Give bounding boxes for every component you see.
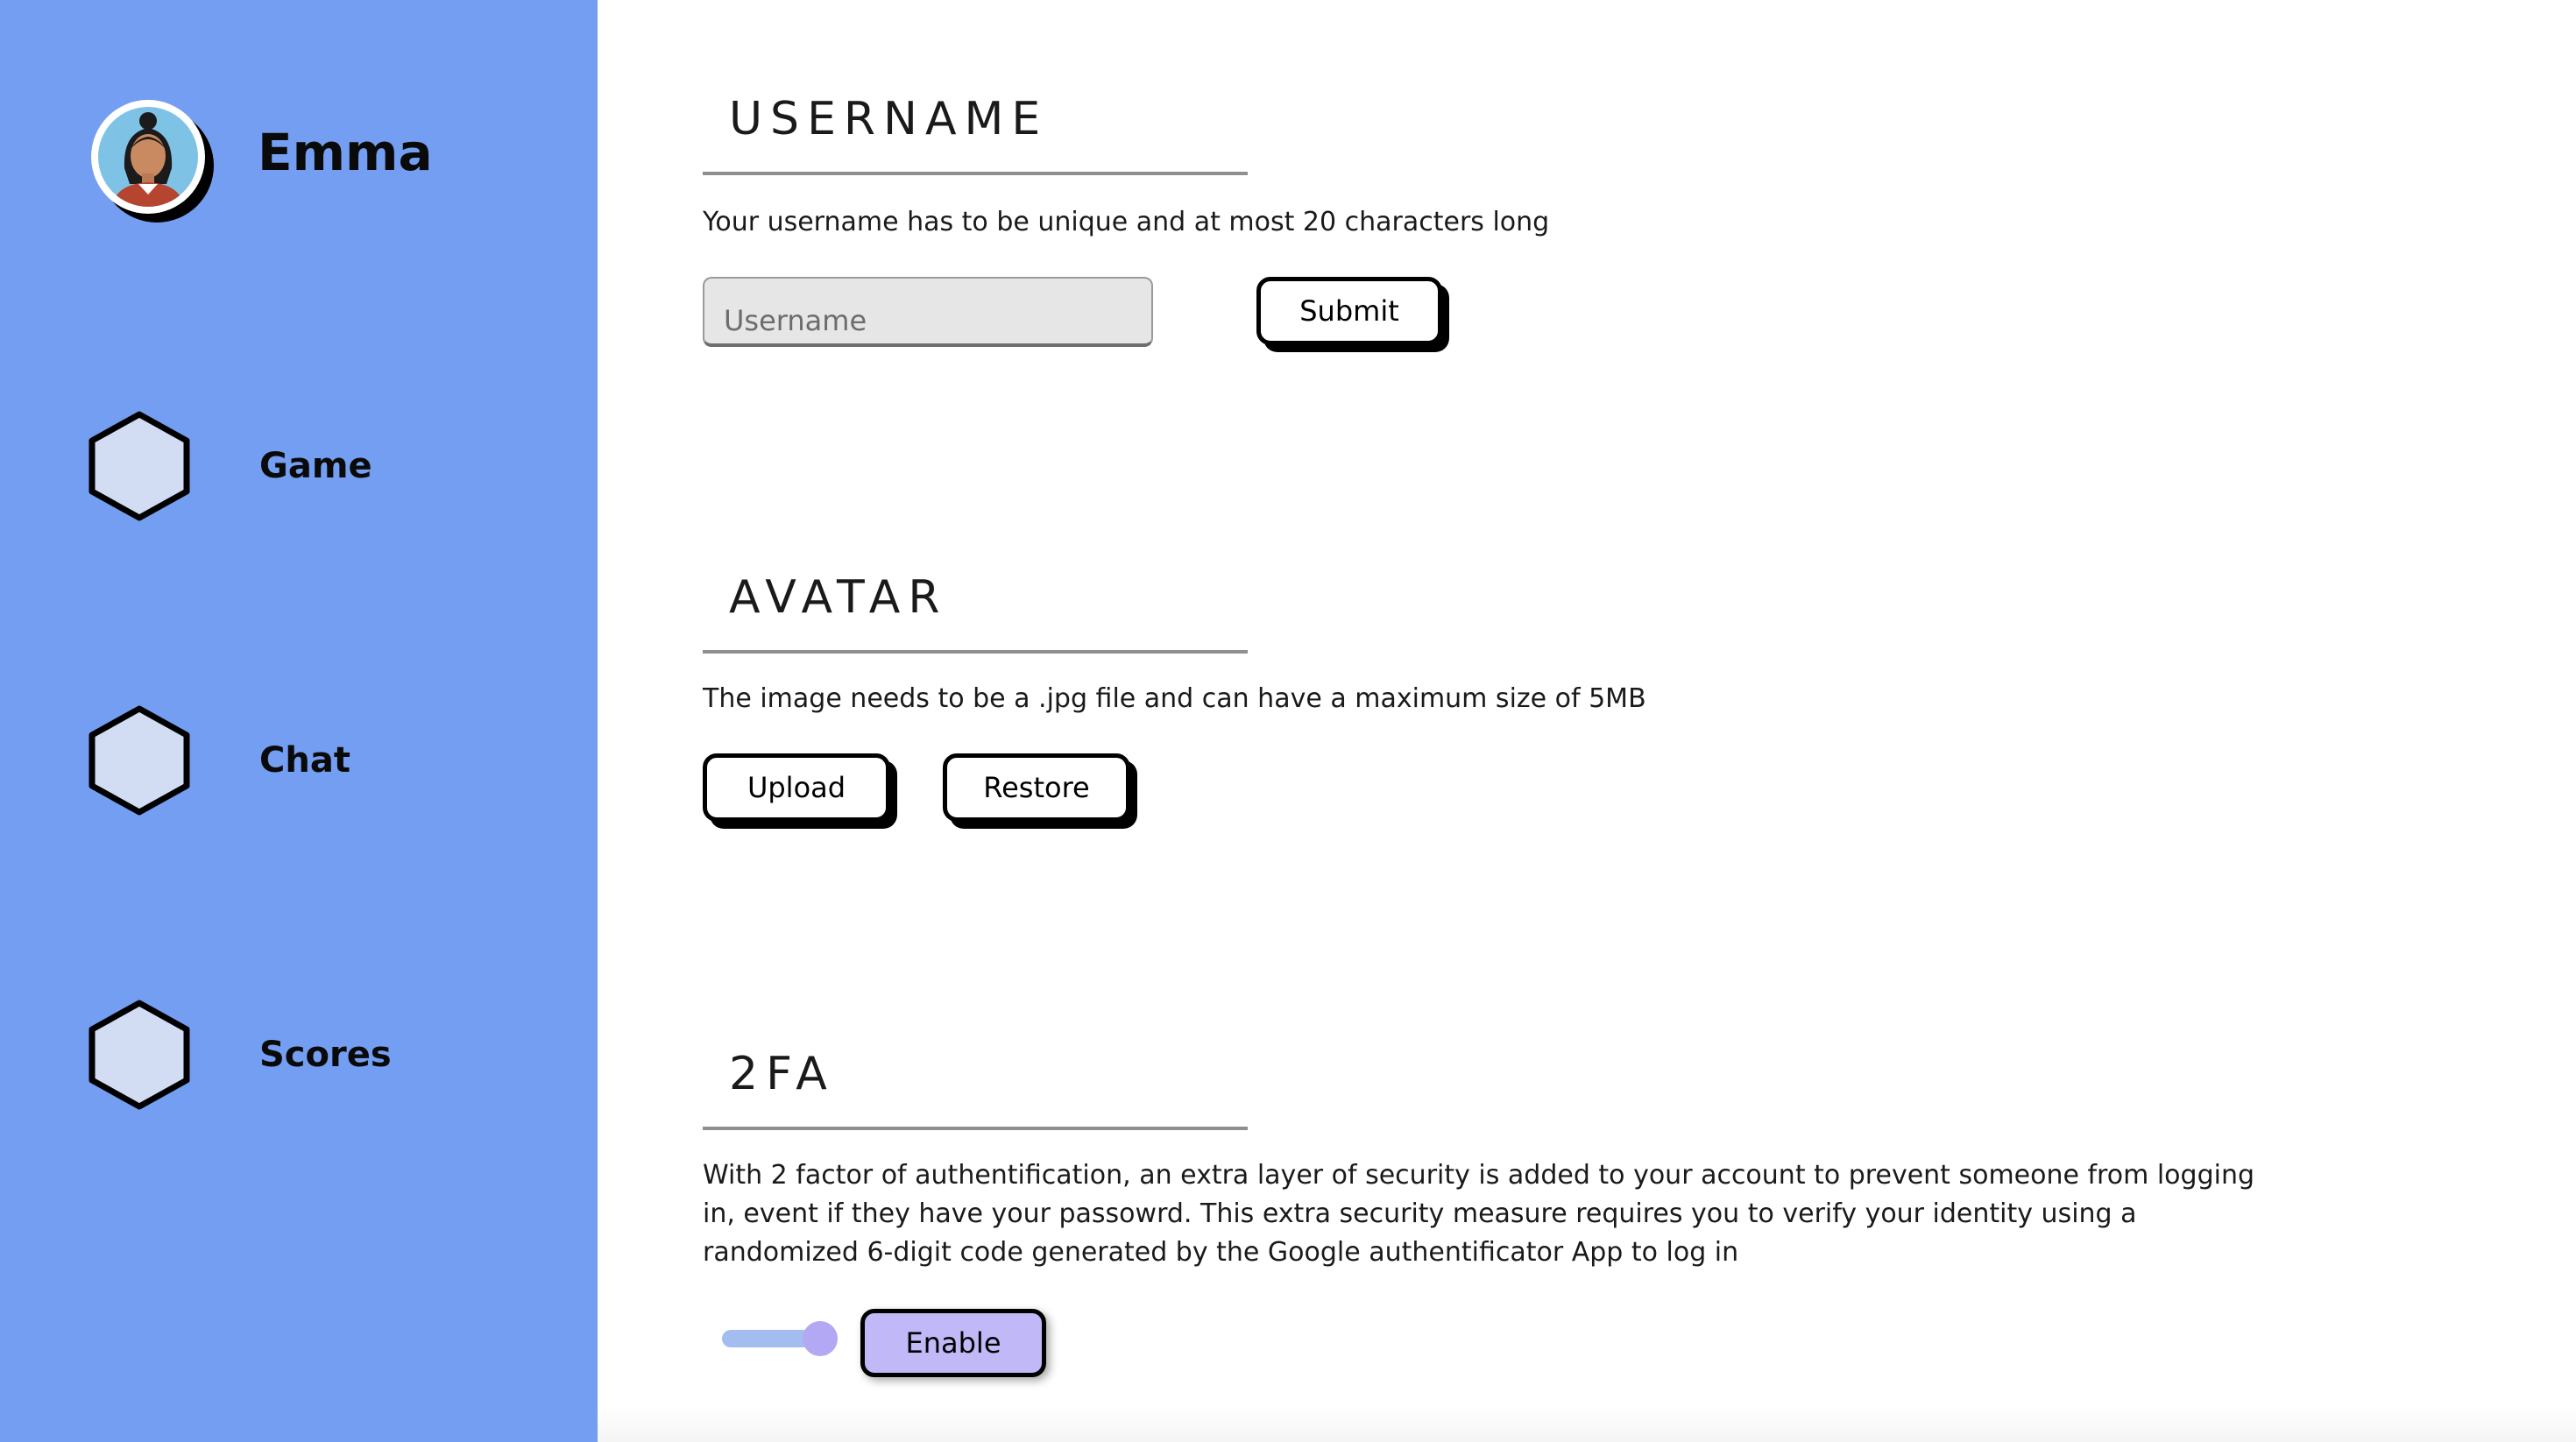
avatar-section-title: AVATAR (729, 571, 948, 624)
hexagon-icon (88, 705, 190, 816)
woman-avatar-icon (112, 112, 184, 207)
hexagon-icon (88, 1000, 190, 1110)
sidebar: Emma Game Chat Scores (0, 0, 598, 1442)
twofa-description: With 2 factor of authentification, an ex… (703, 1160, 2255, 1268)
avatar[interactable] (91, 100, 214, 223)
profile-name: Emma (258, 123, 433, 182)
upload-button[interactable]: Upload (703, 753, 890, 822)
twofa-section-title: 2FA (729, 1048, 835, 1100)
user-profile[interactable]: Emma (91, 100, 433, 223)
divider (703, 172, 1248, 175)
sidebar-item-scores[interactable]: Scores (88, 999, 392, 1111)
avatar-description: The image needs to be a .jpg file and ca… (703, 683, 1646, 714)
sidebar-item-label: Scores (259, 1035, 392, 1075)
submit-button[interactable]: Submit (1256, 277, 1442, 345)
bottom-fade (598, 1407, 2576, 1442)
username-description: Your username has to be unique and at mo… (703, 207, 1550, 237)
hexagon-icon (88, 411, 190, 521)
username-input[interactable] (703, 277, 1153, 347)
sidebar-item-game[interactable]: Game (88, 410, 372, 522)
divider (703, 1127, 1248, 1130)
twofa-toggle[interactable] (722, 1319, 838, 1358)
settings-main: USERNAME Your username has to be unique … (598, 0, 2576, 1442)
sidebar-item-label: Game (259, 446, 372, 486)
enable-button[interactable]: Enable (860, 1309, 1046, 1377)
sidebar-item-chat[interactable]: Chat (88, 704, 350, 816)
divider (703, 650, 1248, 654)
toggle-knob[interactable] (803, 1321, 838, 1356)
restore-button[interactable]: Restore (943, 753, 1130, 822)
username-section-title: USERNAME (729, 93, 1049, 145)
sidebar-item-label: Chat (259, 740, 350, 781)
avatar-image (98, 107, 198, 207)
